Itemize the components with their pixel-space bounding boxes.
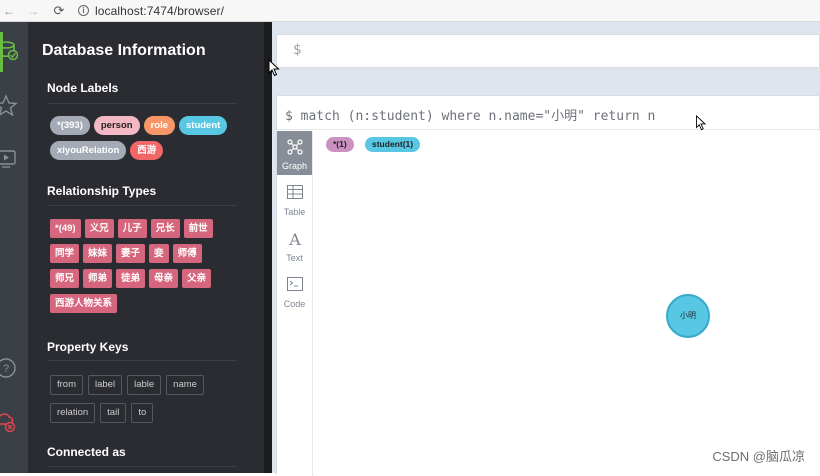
browser-toolbar: ← → ⟳ i localhost:7474/browser/ xyxy=(0,0,820,22)
node-labels-list: *(393)personrolestudent xiyouRelation西游 xyxy=(50,116,250,166)
relationship-types-list: *(49)义兄儿子兄长前世同学妹妹妻子妾师傅师兄师弟徒弟母亲父亲西游人物关系 xyxy=(50,219,235,319)
url-text[interactable]: localhost:7474/browser/ xyxy=(95,4,224,18)
database-icon[interactable] xyxy=(0,40,18,62)
code-icon xyxy=(287,277,303,291)
address-bar[interactable]: i localhost:7474/browser/ xyxy=(78,4,224,18)
svg-text:A: A xyxy=(288,231,301,247)
section-divider xyxy=(47,205,237,206)
property-key-chip[interactable]: lable xyxy=(127,375,161,395)
icon-rail: ? xyxy=(0,22,28,473)
help-icon[interactable]: ? xyxy=(0,357,18,379)
relationship-type-chip[interactable]: 师傅 xyxy=(173,244,202,263)
section-divider xyxy=(47,103,237,104)
sidebar-title: Database Information xyxy=(42,42,206,60)
table-icon xyxy=(287,185,303,199)
relationship-type-chip[interactable]: 同学 xyxy=(50,244,79,263)
node-label-chip[interactable]: person xyxy=(94,116,140,135)
section-divider xyxy=(47,360,237,361)
property-keys-title: Property Keys xyxy=(47,340,128,354)
property-key-chip[interactable]: to xyxy=(131,403,153,423)
relationship-type-chip[interactable]: 徒弟 xyxy=(116,269,145,288)
property-key-chip[interactable]: label xyxy=(88,375,122,395)
relationship-type-chip[interactable]: 母亲 xyxy=(149,269,178,288)
cypher-editor[interactable]: $ xyxy=(276,34,820,68)
node-labels-title: Node Labels xyxy=(47,81,118,95)
graph-canvas[interactable]: *(1) student(1) 小明 xyxy=(314,131,820,475)
property-key-chip[interactable]: name xyxy=(166,375,204,395)
relationship-types-title: Relationship Types xyxy=(47,184,156,198)
graph-node[interactable]: 小明 xyxy=(666,294,710,338)
info-icon[interactable]: i xyxy=(78,5,89,16)
tab-code-label: Code xyxy=(277,299,312,309)
relationship-type-chip[interactable]: 父亲 xyxy=(182,269,211,288)
node-label-chip[interactable]: student xyxy=(179,116,227,135)
reload-button[interactable]: ⟳ xyxy=(50,3,68,19)
tab-graph-label: Graph xyxy=(277,161,312,171)
tab-table[interactable]: Table xyxy=(277,177,312,221)
node-label-chip[interactable]: xiyouRelation xyxy=(50,141,126,160)
frame-query[interactable]: $ match (n:student) where n.name="小明" re… xyxy=(285,105,655,124)
relationship-type-chip[interactable]: 师兄 xyxy=(50,269,79,288)
tab-text-label: Text xyxy=(277,253,312,263)
tab-graph[interactable]: Graph xyxy=(277,131,312,175)
main-area: $ $ match (n:student) where n.name="小明" … xyxy=(272,22,820,473)
graph-icon xyxy=(287,139,303,155)
relationship-type-chip[interactable]: 兄长 xyxy=(151,219,180,238)
relationship-type-chip[interactable]: 妾 xyxy=(149,244,169,263)
relationship-type-chip[interactable]: 前世 xyxy=(184,219,213,238)
relationship-type-chip[interactable]: 西游人物关系 xyxy=(50,294,117,313)
frame-header[interactable]: $ match (n:student) where n.name="小明" re… xyxy=(277,96,820,130)
back-button[interactable]: ← xyxy=(0,4,18,18)
node-label-chip[interactable]: role xyxy=(144,116,175,135)
sidebar-border xyxy=(264,22,272,473)
node-label-chip[interactable]: *(393) xyxy=(50,116,90,135)
result-frame: $ match (n:student) where n.name="小明" re… xyxy=(276,95,820,475)
property-keys-list: fromlabellablename relationtailto xyxy=(50,375,220,431)
relationship-type-chip[interactable]: 妻子 xyxy=(116,244,145,263)
tab-text[interactable]: A Text xyxy=(277,223,312,267)
property-key-chip[interactable]: relation xyxy=(50,403,95,423)
monitor-play-icon[interactable] xyxy=(0,148,18,170)
view-tabs: Graph Table A Text Code xyxy=(277,131,313,476)
relationship-type-chip[interactable]: 义兄 xyxy=(85,219,114,238)
tab-table-label: Table xyxy=(277,207,312,217)
relationship-type-chip[interactable]: 师弟 xyxy=(83,269,112,288)
star-icon[interactable] xyxy=(0,94,18,116)
legend-student[interactable]: student(1) xyxy=(365,137,420,152)
disconnect-cloud-icon[interactable] xyxy=(0,410,18,432)
legend-all-nodes[interactable]: *(1) xyxy=(326,137,354,152)
watermark: CSDN @脑瓜凉 xyxy=(712,446,805,465)
svg-text:?: ? xyxy=(3,363,9,375)
connected-as-title: Connected as xyxy=(47,445,126,459)
relationship-type-chip[interactable]: 妹妹 xyxy=(83,244,112,263)
database-info-sidebar: Database Information Node Labels *(393)p… xyxy=(28,22,264,473)
property-key-chip[interactable]: tail xyxy=(100,403,126,423)
node-label-chip[interactable]: 西游 xyxy=(130,141,163,160)
relationship-type-chip[interactable]: *(49) xyxy=(50,219,81,238)
text-icon: A xyxy=(287,231,303,247)
relationship-type-chip[interactable]: 儿子 xyxy=(118,219,147,238)
section-divider xyxy=(47,466,237,467)
editor-prompt: $ xyxy=(293,42,301,58)
forward-button[interactable]: → xyxy=(24,4,42,18)
mouse-cursor-icon xyxy=(268,59,280,77)
property-key-chip[interactable]: from xyxy=(50,375,83,395)
tab-code[interactable]: Code xyxy=(277,269,312,313)
mouse-cursor-icon xyxy=(695,115,707,131)
